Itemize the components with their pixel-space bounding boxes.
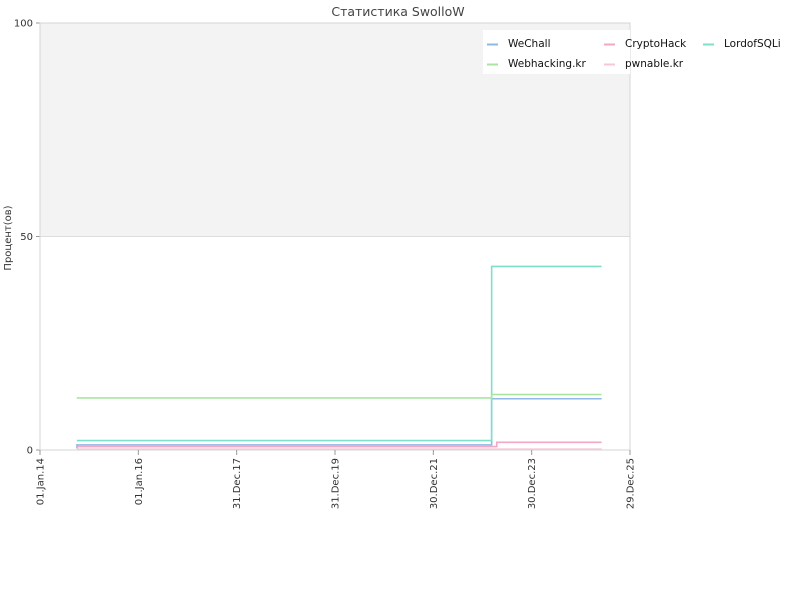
chart: Статистика SwolloW 0 50 100 01.Jan.14 01.Jan… (3, 4, 781, 509)
legend-label-pwnable-kr: pwnable.kr (625, 58, 684, 70)
x-tick-label-1: 01.Jan.16 (134, 458, 145, 505)
x-tick-label-0: 01.Jan.14 (36, 458, 47, 505)
x-tick-label-2: 31.Dec.17 (232, 458, 243, 509)
x-tick-label-4: 30.Dec.21 (429, 458, 440, 509)
y-axis-label: Процент(ов) (3, 205, 14, 270)
plot-area (40, 22, 630, 451)
y-tick-label-0: 0 (27, 446, 33, 457)
legend-label-wechall: WeChall (508, 38, 550, 50)
legend-label-webhacking-kr: Webhacking.kr (508, 58, 586, 70)
legend: WeChall CryptoHack LordofSQLi Webhacking.kr… (483, 30, 781, 74)
legend-label-lordofsqli: LordofSQLi (724, 38, 781, 50)
x-tick-label-3: 31.Dec.19 (331, 458, 342, 509)
x-tick-label-6: 29.Dec.25 (626, 458, 637, 509)
y-tick-label-50: 50 (20, 232, 33, 243)
y-tick-label-100: 100 (14, 19, 33, 30)
legend-label-cryptohack: CryptoHack (625, 38, 687, 50)
chart-title: Статистика SwolloW (331, 4, 464, 19)
x-tick-label-5: 30.Dec.23 (527, 458, 538, 509)
